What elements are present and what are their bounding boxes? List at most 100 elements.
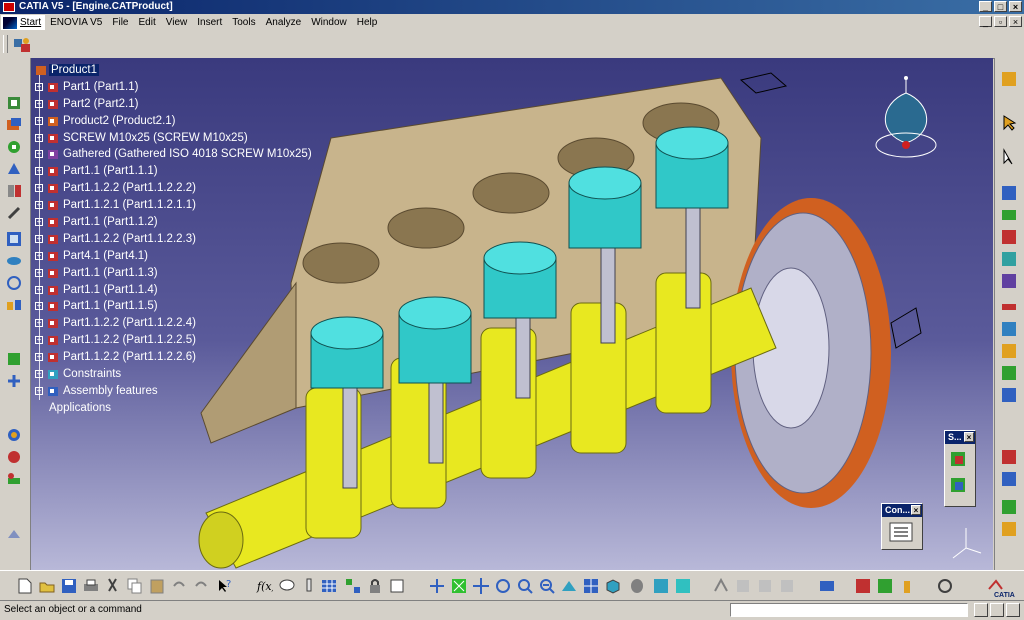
menu-insert[interactable]: Insert xyxy=(192,17,227,28)
thermometer-icon[interactable] xyxy=(300,577,317,594)
paste-icon[interactable] xyxy=(148,577,165,594)
fix-together-icon[interactable] xyxy=(854,577,871,594)
tree-item[interactable]: + Part1.1.2.1 (Part1.1.2.1.1) xyxy=(35,197,312,214)
sectioning-icon[interactable] xyxy=(1000,470,1018,488)
snap-icon[interactable] xyxy=(5,252,23,270)
tree-item[interactable]: + Part1.1.2.2 (Part1.1.2.2.6) xyxy=(35,349,312,366)
offset-constraint-icon[interactable] xyxy=(5,448,23,466)
copy-icon[interactable] xyxy=(126,577,143,594)
tree-item[interactable]: Applications xyxy=(35,400,312,417)
annotation-icon[interactable] xyxy=(1000,272,1018,290)
connecting-rod[interactable] xyxy=(342,377,358,489)
hide-show-icon[interactable] xyxy=(652,577,669,594)
measure-icon[interactable] xyxy=(1000,298,1018,316)
formula-fx-icon[interactable]: f(x) xyxy=(256,577,273,594)
menu-window[interactable]: Window xyxy=(306,17,352,28)
doc-minimize-button[interactable]: _ xyxy=(979,16,992,27)
new-part-icon[interactable] xyxy=(5,138,23,156)
tree-item[interactable]: + Part1 (Part1.1) xyxy=(35,79,312,96)
expand-icon[interactable]: + xyxy=(35,353,43,362)
snapshot-icon[interactable] xyxy=(1000,206,1018,224)
tree-item[interactable]: + Part1.1.2.2 (Part1.1.2.2.3) xyxy=(35,231,312,248)
table-icon[interactable] xyxy=(320,577,337,594)
constraint-icon[interactable] xyxy=(5,350,23,368)
publication-icon[interactable] xyxy=(1000,228,1018,246)
select-trap-icon[interactable] xyxy=(1000,148,1018,166)
piston[interactable] xyxy=(568,166,642,249)
undo-icon[interactable] xyxy=(170,577,187,594)
expand-icon[interactable]: + xyxy=(35,234,43,243)
expand-icon[interactable]: + xyxy=(35,184,43,193)
clash-analysis-icon[interactable] xyxy=(1000,448,1018,466)
lock-icon[interactable] xyxy=(366,577,383,594)
fix-component-icon[interactable] xyxy=(5,372,23,390)
menu-file[interactable]: File xyxy=(107,17,133,28)
open-file-icon[interactable] xyxy=(38,577,55,594)
expand-icon[interactable]: + xyxy=(35,386,43,395)
connecting-rod[interactable] xyxy=(600,242,616,344)
tree-item[interactable]: + Product2 (Product2.1) xyxy=(35,113,312,130)
catalog-browser-icon[interactable] xyxy=(734,577,751,594)
s-toolbox-close-button[interactable]: × xyxy=(964,432,974,442)
bill-of-material-icon[interactable] xyxy=(1000,184,1018,202)
replace-component-icon[interactable] xyxy=(5,182,23,200)
command-input[interactable] xyxy=(730,603,968,617)
tree-item[interactable]: + Assembly features xyxy=(35,383,312,400)
menu-view[interactable]: View xyxy=(161,17,193,28)
existing-component-icon[interactable] xyxy=(5,160,23,178)
refresh-icon[interactable] xyxy=(936,577,953,594)
zoom-out-icon[interactable] xyxy=(538,577,555,594)
tree-item[interactable]: + SCREW M10x25 (SCREW M10x25) xyxy=(35,130,312,147)
filter-icon[interactable] xyxy=(818,577,835,594)
print-icon[interactable] xyxy=(82,577,99,594)
expand-icon[interactable]: + xyxy=(35,370,43,379)
contact-constraint-icon[interactable] xyxy=(5,426,23,444)
menu-tools[interactable]: Tools xyxy=(227,17,260,28)
select-arrow-icon[interactable] xyxy=(1000,114,1018,132)
normal-view-icon[interactable] xyxy=(560,577,577,594)
piston[interactable] xyxy=(310,316,384,389)
toolbar-grip[interactable] xyxy=(3,35,8,53)
expand-icon[interactable]: + xyxy=(35,251,43,260)
close-button[interactable]: × xyxy=(1009,1,1022,12)
piston[interactable] xyxy=(398,296,472,384)
connecting-rod[interactable] xyxy=(685,207,701,309)
pan-icon[interactable] xyxy=(472,577,489,594)
status-button-1[interactable] xyxy=(974,603,988,617)
tree-item[interactable]: + Part1.1.2.2 (Part1.1.2.2.5) xyxy=(35,332,312,349)
graph-tree-icon[interactable] xyxy=(5,204,23,222)
tree-item[interactable]: + Constraints xyxy=(35,366,312,383)
expand-icon[interactable]: + xyxy=(35,201,43,210)
piston[interactable] xyxy=(655,126,729,209)
expand-icon[interactable]: + xyxy=(35,285,43,294)
tree-item[interactable]: + Part4.1 (Part4.1) xyxy=(35,248,312,265)
whats-this-icon[interactable]: ? xyxy=(216,577,233,594)
tree-item[interactable]: + Part2 (Part2.1) xyxy=(35,96,312,113)
menu-enovia[interactable]: ENOVIA V5 xyxy=(45,17,107,28)
tree-item[interactable]: + Part1.1 (Part1.1.5) xyxy=(35,298,312,315)
redo-icon[interactable] xyxy=(192,577,209,594)
new-product-icon[interactable] xyxy=(5,116,23,134)
expand-icon[interactable]: + xyxy=(35,150,43,159)
expand-icon[interactable]: + xyxy=(35,133,43,142)
piston[interactable] xyxy=(483,241,557,319)
menu-edit[interactable]: Edit xyxy=(134,17,161,28)
status-button-3[interactable] xyxy=(1006,603,1020,617)
knowledge-icon[interactable] xyxy=(1000,342,1018,360)
expand-icon[interactable]: + xyxy=(35,116,43,125)
constraint-list-icon[interactable] xyxy=(882,517,920,547)
maximize-button[interactable]: □ xyxy=(994,1,1007,12)
save-icon[interactable] xyxy=(60,577,77,594)
new-component-icon[interactable] xyxy=(5,94,23,112)
cut-icon[interactable] xyxy=(104,577,121,594)
design-table-icon[interactable] xyxy=(1000,386,1018,404)
fit-all-icon[interactable] xyxy=(450,577,467,594)
tree-item[interactable]: + Part1.1 (Part1.1.4) xyxy=(35,282,312,299)
workbench-icon[interactable] xyxy=(12,35,34,55)
tree-item[interactable]: + Part1.1 (Part1.1.3) xyxy=(35,265,312,282)
search-component-icon[interactable] xyxy=(756,577,773,594)
clash-icon[interactable] xyxy=(5,296,23,314)
doc-restore-button[interactable]: ▫ xyxy=(994,16,1007,27)
manipulation-icon[interactable] xyxy=(5,230,23,248)
link-icon[interactable] xyxy=(778,577,795,594)
